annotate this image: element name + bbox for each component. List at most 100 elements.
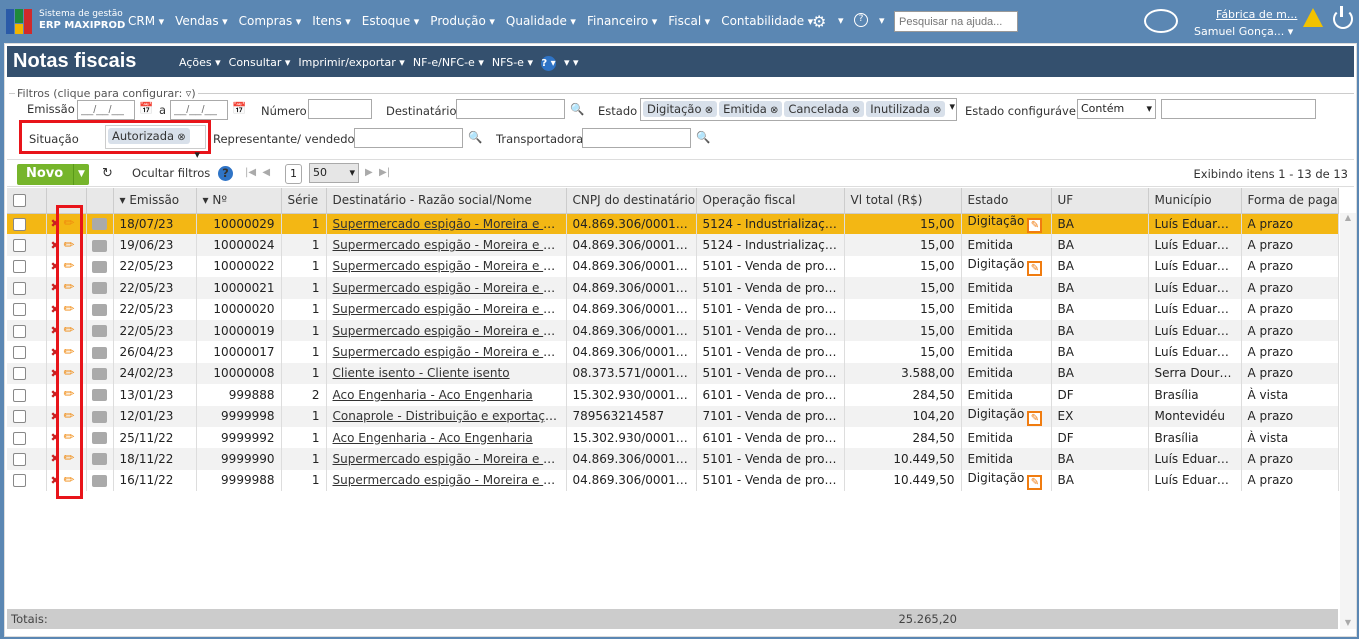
page-menu-item[interactable]: NFS-e <box>492 56 533 71</box>
page-menu-item[interactable]: Consultar <box>229 56 291 71</box>
menu-item[interactable]: Contabilidade <box>721 14 813 28</box>
situacao-tag[interactable]: Autorizada <box>108 128 190 144</box>
table-row[interactable]: ✖ ✏ 19/06/23 10000024 1 Supermercado espigão… <box>7 234 1339 256</box>
settings-caret-icon[interactable]: ▾ <box>838 14 844 27</box>
sort-desc-icon[interactable]: ▾ <box>120 193 130 207</box>
print-icon[interactable] <box>91 325 107 338</box>
print-icon[interactable] <box>91 474 107 487</box>
column-header[interactable]: Município <box>1148 188 1242 214</box>
destinatario-link[interactable]: Supermercado espigão - Moreira e Silva <box>333 473 566 487</box>
edit-document-icon[interactable]: ✎ <box>1027 410 1043 426</box>
cell-3[interactable]: Supermercado espigão - Moreira e Silva <box>326 341 567 363</box>
row-checkbox[interactable] <box>13 281 26 295</box>
estado-multiselect[interactable]: DigitaçãoEmitidaCanceladaInutilizada ▾ <box>640 98 957 121</box>
table-row[interactable]: ✖ ✏ 18/11/22 9999990 1 Supermercado espigão … <box>7 448 1339 470</box>
vertical-scrollbar[interactable]: ▲ ▼ <box>1340 213 1356 629</box>
logout-power-icon[interactable] <box>1333 6 1353 29</box>
cell-3[interactable]: Supermercado espigão - Moreira e Silva <box>326 234 567 256</box>
first-page-icon[interactable]: |◀ ◀ <box>245 167 270 178</box>
ocultar-filtros-button[interactable]: Ocultar filtros <box>132 166 210 180</box>
chat-icon[interactable] <box>1144 9 1178 33</box>
cell-3[interactable]: Cliente isento - Cliente isento <box>326 362 567 385</box>
help-icon[interactable]: ? <box>854 13 868 27</box>
cell-3[interactable]: Aco Engenharia - Aco Engenharia <box>326 384 567 406</box>
destinatario-link[interactable]: Aco Engenharia - Aco Engenharia <box>333 431 533 445</box>
select-all-header[interactable] <box>7 188 47 214</box>
row-checkbox[interactable] <box>13 260 26 274</box>
row-checkbox[interactable] <box>13 239 26 253</box>
numero-input[interactable] <box>308 99 372 119</box>
warning-icon[interactable] <box>1303 8 1323 27</box>
emissao-from-input[interactable] <box>77 100 135 120</box>
column-header[interactable]: Estado <box>961 188 1052 214</box>
refresh-icon[interactable]: ↻ <box>102 166 113 181</box>
destinatario-link[interactable]: Supermercado espigão - Moreira e Silva <box>333 238 566 252</box>
column-header[interactable]: Forma de pagam <box>1241 188 1339 214</box>
row-checkbox[interactable] <box>13 217 26 231</box>
menu-item[interactable]: Vendas <box>175 14 228 28</box>
destinatario-link[interactable]: Cliente isento - Cliente isento <box>333 366 510 380</box>
row-select-cell[interactable] <box>7 298 47 320</box>
print-icon[interactable] <box>91 260 107 273</box>
menu-item[interactable]: Qualidade <box>506 14 576 28</box>
help-icon[interactable]: ? <box>540 56 556 71</box>
row-checkbox[interactable] <box>13 431 26 445</box>
table-row[interactable]: ✖ ✏ 22/05/23 10000019 1 Supermercado espigão… <box>7 319 1339 342</box>
estado-tag[interactable]: Inutilizada <box>866 101 946 117</box>
table-row[interactable]: ✖ ✏ 22/05/23 10000021 1 Supermercado espigão… <box>7 277 1339 299</box>
search-icon[interactable]: 🔍 <box>570 102 584 116</box>
print-icon[interactable] <box>91 453 107 466</box>
row-select-cell[interactable] <box>7 213 47 235</box>
row-select-cell[interactable] <box>7 319 47 342</box>
row-checkbox[interactable] <box>13 324 26 338</box>
destinatario-link[interactable]: Supermercado espigão - Moreira e Silva <box>333 345 566 359</box>
contem-select[interactable]: Contém ▾ <box>1077 99 1156 119</box>
column-header[interactable]: ▾ Emissão <box>113 188 197 214</box>
print-icon[interactable] <box>91 432 107 445</box>
menu-item[interactable]: Fiscal <box>668 14 710 28</box>
row-select-cell[interactable] <box>7 234 47 256</box>
help-caret-icon[interactable]: ▾ <box>564 56 579 71</box>
row-select-cell[interactable] <box>7 448 47 470</box>
menu-item[interactable]: CRM <box>128 14 164 28</box>
situacao-multiselect[interactable]: Autorizada▾ <box>105 125 206 161</box>
print-icon[interactable] <box>91 218 107 231</box>
cell-3[interactable]: Supermercado espigão - Moreira e Silva <box>326 213 567 235</box>
cell-3[interactable]: Aco Engenharia - Aco Engenharia <box>326 426 567 449</box>
destinatario-link[interactable]: Supermercado espigão - Moreira e Silva <box>333 302 566 316</box>
calendar-icon[interactable]: 📅 <box>139 101 153 115</box>
cell-3[interactable]: Supermercado espigão - Moreira e Silva <box>326 277 567 299</box>
next-page-icon[interactable]: ▶ ▶| <box>365 167 390 178</box>
page-size-select[interactable]: 50 ▾ <box>309 163 359 183</box>
print-icon[interactable] <box>91 389 107 402</box>
emissao-to-input[interactable] <box>170 100 228 120</box>
help-icon[interactable]: ? <box>218 166 233 181</box>
menu-item[interactable]: Estoque <box>362 14 420 28</box>
table-row[interactable]: ✖ ✏ 13/01/23 999888 2 Aco Engenharia - Aco E… <box>7 384 1339 406</box>
row-select-cell[interactable] <box>7 405 47 427</box>
destinatario-input[interactable] <box>456 99 565 119</box>
filters-legend[interactable]: Filtros (clique para configurar: ▿) <box>15 87 198 100</box>
table-row[interactable]: ✖ ✏ 18/07/23 10000029 1 Supermercado espigão… <box>7 213 1339 235</box>
transportadora-input[interactable] <box>582 128 691 148</box>
novo-button[interactable]: Novo ▼ <box>17 164 89 185</box>
print-icon[interactable] <box>91 282 107 295</box>
representante-input[interactable] <box>354 128 463 148</box>
estado-config-input[interactable] <box>1161 99 1316 119</box>
table-row[interactable]: ✖ ✏ 22/05/23 10000022 1 Supermercado espigão… <box>7 255 1339 278</box>
edit-document-icon[interactable]: ✎ <box>1027 218 1043 234</box>
destinatario-link[interactable]: Supermercado espigão - Moreira e Silva <box>333 452 566 466</box>
table-row[interactable]: ✖ ✏ 24/02/23 10000008 1 Cliente isento - Cli… <box>7 362 1339 385</box>
row-select-cell[interactable] <box>7 341 47 363</box>
edit-document-icon[interactable]: ✎ <box>1027 474 1043 490</box>
cell-3[interactable]: Supermercado espigão - Moreira e Silva <box>326 255 567 278</box>
cell-3[interactable]: Supermercado espigão - Moreira e Silva <box>326 448 567 470</box>
search-icon[interactable]: 🔍 <box>468 130 482 144</box>
row-checkbox[interactable] <box>13 367 26 381</box>
estado-tag[interactable]: Emitida <box>719 101 783 117</box>
row-select-cell[interactable] <box>7 426 47 449</box>
dropdown-caret-icon[interactable]: ▾ <box>949 100 955 113</box>
filter-funnel-icon[interactable]: ▿ <box>186 87 192 100</box>
column-header[interactable]: Destinatário - Razão social/Nome <box>326 188 567 214</box>
row-select-cell[interactable] <box>7 255 47 278</box>
